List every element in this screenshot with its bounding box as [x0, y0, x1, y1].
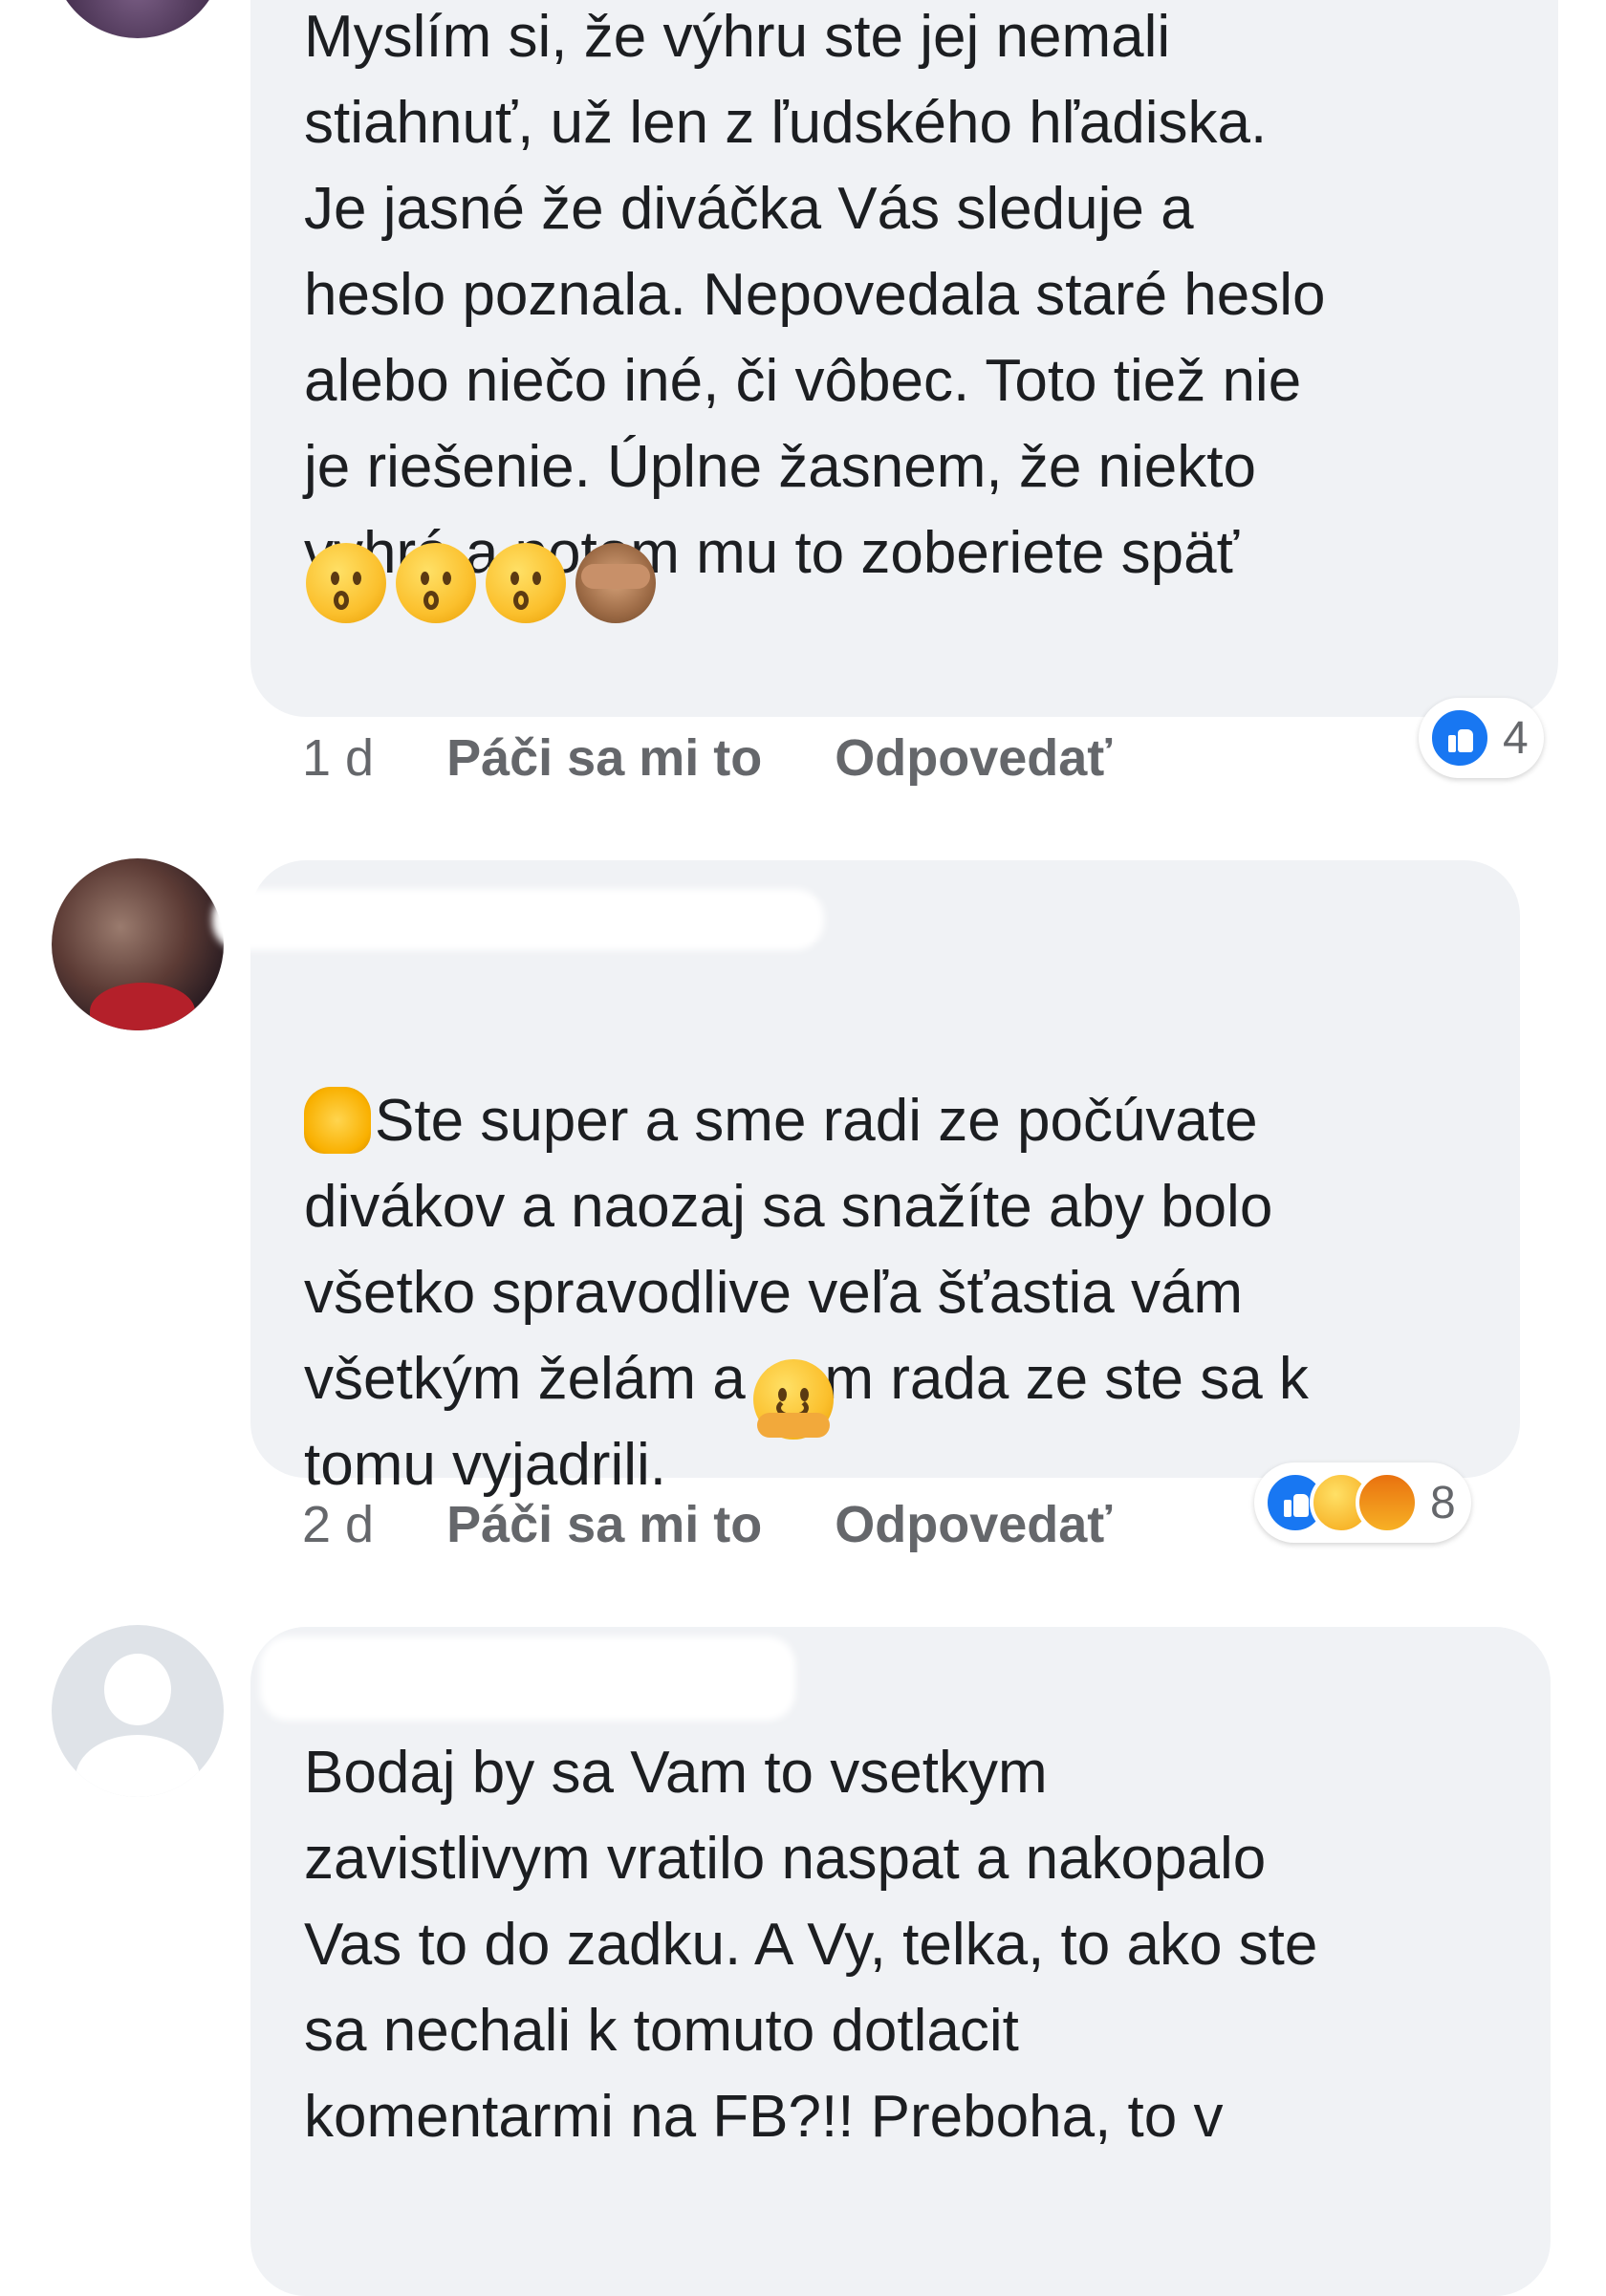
comment-text: Myslím si, že výhru ste jej nemali stiah… [304, 4, 1326, 586]
like-link[interactable]: Páči sa mi to [446, 1495, 762, 1554]
reaction-count: 8 [1430, 1477, 1456, 1528]
redacted-author-name [260, 1636, 795, 1721]
like-reaction-icon [1428, 706, 1491, 769]
hushed-face-emoji [306, 543, 386, 623]
comment-text: Bodaj by sa Vam to vsetkym zavistlivym v… [304, 1740, 1318, 2150]
see-no-evil-monkey-emoji [575, 543, 656, 623]
comment-bubble: Ste super a sme radi ze počúvate divákov… [212, 860, 1520, 1498]
commenter-avatar[interactable] [52, 1625, 224, 1797]
hugging-face-emoji [753, 1359, 834, 1440]
hushed-face-emoji [486, 543, 566, 623]
comment-time[interactable]: 1 d [302, 728, 374, 788]
commenter-avatar[interactable] [52, 858, 224, 1030]
reaction-summary[interactable]: 8 [1254, 1462, 1471, 1543]
hushed-face-emoji [396, 543, 476, 623]
comment-time[interactable]: 2 d [302, 1495, 374, 1554]
reply-link[interactable]: Odpovedať [835, 1495, 1112, 1554]
comment-emojis [306, 543, 656, 623]
redacted-author-name [212, 889, 824, 950]
comment-bubble: Myslím si, že výhru ste jej nemali stiah… [250, 0, 1558, 717]
comment-text: Ste super a sme radi ze počúvate divákov… [304, 1087, 1309, 1498]
angry-reaction-icon [1356, 1471, 1419, 1534]
like-link[interactable]: Páči sa mi to [446, 728, 762, 788]
commenter-avatar[interactable] [52, 0, 224, 38]
reaction-summary[interactable]: 4 [1419, 698, 1544, 778]
comment-bubble: Bodaj by sa Vam to vsetkym zavistlivym v… [250, 1627, 1551, 2296]
reply-link[interactable]: Odpovedať [835, 728, 1112, 788]
comment-actions: 1 d Páči sa mi to Odpovedať [302, 728, 1112, 788]
thumbs-up-emoji [304, 1087, 371, 1154]
reaction-count: 4 [1503, 712, 1529, 764]
comment-actions: 2 d Páči sa mi to Odpovedať [302, 1495, 1112, 1554]
